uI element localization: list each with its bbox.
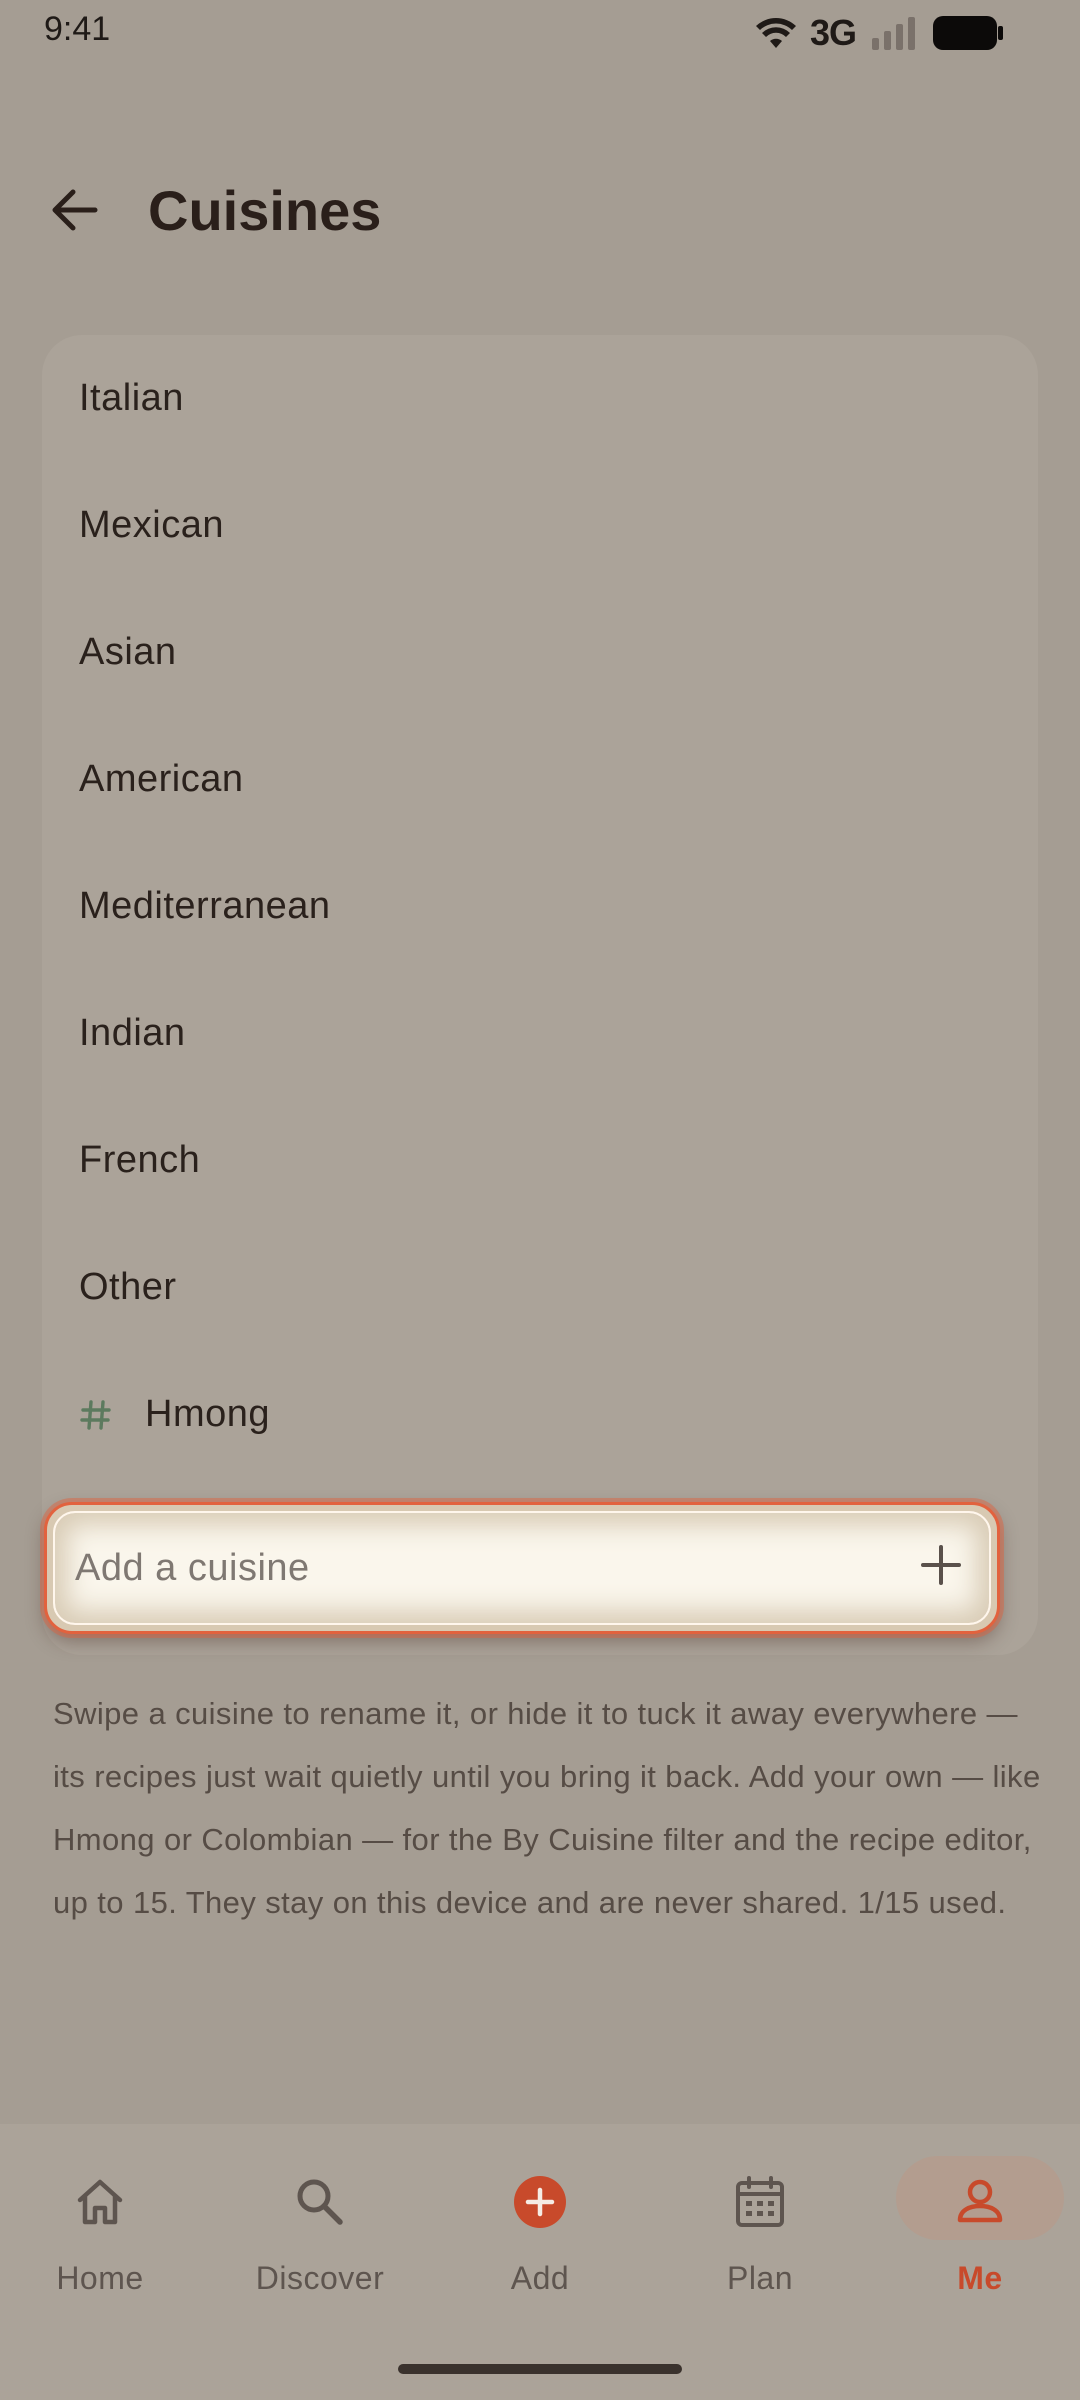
add-circle-icon — [514, 2176, 566, 2228]
status-icons: 3G — [755, 12, 1004, 54]
cuisine-list-card: Italian Mexican Asian American Mediterra… — [42, 335, 1038, 1655]
plus-icon[interactable] — [917, 1541, 965, 1589]
nav-label-discover: Discover — [255, 2260, 385, 2296]
nav-label-plan: Plan — [726, 2260, 794, 2296]
home-icon — [77, 2179, 123, 2225]
cuisine-item-french[interactable]: French — [42, 1097, 1038, 1224]
bottom-nav: Home Discover Add Plan Me — [0, 2124, 1080, 2400]
calendar-icon — [736, 2176, 784, 2227]
signal-icon — [872, 17, 915, 50]
nav-item-me[interactable]: Me — [880, 2174, 1080, 2314]
cuisine-label: Hmong — [145, 1393, 270, 1435]
cuisine-label: American — [79, 758, 244, 800]
page-title: Cuisines — [148, 179, 382, 242]
app-header: Cuisines — [0, 150, 1080, 270]
cuisine-item-italian[interactable]: Italian — [42, 335, 1038, 462]
cuisine-item-indian[interactable]: Indian — [42, 970, 1038, 1097]
nav-item-plan[interactable]: Plan — [660, 2174, 860, 2314]
cuisine-item-mediterranean[interactable]: Mediterranean — [42, 843, 1038, 970]
hash-icon — [79, 1398, 113, 1432]
cuisine-label: Indian — [79, 1012, 186, 1054]
arrow-left-icon — [52, 189, 98, 231]
cuisine-item-mexican[interactable]: Mexican — [42, 462, 1038, 589]
status-time: 9:41 — [44, 10, 111, 48]
nav-item-home[interactable]: Home — [0, 2174, 200, 2314]
home-indicator[interactable] — [398, 2364, 682, 2374]
nav-label-home: Home — [56, 2260, 144, 2296]
cuisine-label: Italian — [79, 377, 184, 419]
search-icon — [297, 2179, 343, 2225]
cuisine-item-other[interactable]: Other — [42, 1224, 1038, 1351]
person-icon — [957, 2179, 1003, 2223]
cuisine-label: Mexican — [79, 504, 224, 546]
cuisine-label: French — [79, 1139, 201, 1181]
nav-item-discover[interactable]: Discover — [220, 2174, 420, 2314]
nav-item-add[interactable]: Add — [440, 2174, 640, 2314]
cuisine-label: Other — [79, 1266, 177, 1308]
battery-icon — [933, 16, 1003, 50]
cuisine-item-hmong[interactable]: Hmong — [42, 1351, 1038, 1478]
add-cuisine-field[interactable] — [44, 1502, 1000, 1634]
back-button[interactable] — [44, 180, 104, 240]
nav-label-add: Add — [510, 2260, 570, 2296]
nav-label-me: Me — [957, 2260, 1003, 2296]
cuisine-item-asian[interactable]: Asian — [42, 589, 1038, 716]
cuisine-label: Asian — [79, 631, 177, 673]
wifi-icon — [755, 17, 796, 48]
network-type: 3G — [809, 12, 857, 53]
add-cuisine-input[interactable] — [75, 1505, 855, 1631]
help-text: Swipe a cuisine to rename it, or hide it… — [53, 1696, 1041, 1920]
cuisine-item-american[interactable]: American — [42, 716, 1038, 843]
cuisine-label: Mediterranean — [79, 885, 331, 927]
status-bar: 9:41 3G — [0, 0, 1080, 64]
